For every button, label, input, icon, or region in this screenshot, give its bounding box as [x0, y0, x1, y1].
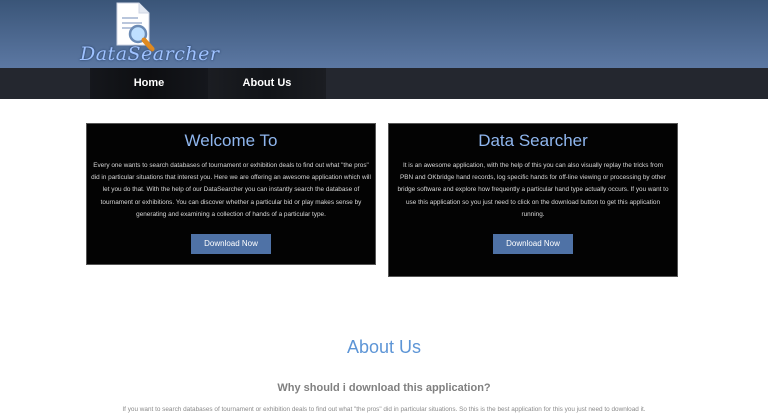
welcome-card-title: Welcome To: [184, 131, 278, 150]
about-section-subtitle: Why should i download this application?: [277, 382, 491, 394]
nav-item-home[interactable]: Home: [90, 68, 208, 99]
download-button-data-searcher[interactable]: Download Now: [493, 234, 573, 254]
data-searcher-card-text: It is an awesome application, with the h…: [397, 162, 669, 218]
nav-item-about-us[interactable]: About Us: [208, 68, 326, 99]
about-section-title: About Us: [346, 337, 422, 357]
logo-text[interactable]: DataSearcher: [80, 43, 219, 65]
data-searcher-card: Data Searcher It is an awesome applicati…: [388, 123, 678, 277]
about-section-text: If you want to search databases of tourn…: [122, 406, 646, 413]
welcome-card: Welcome To Every one wants to search dat…: [86, 123, 376, 265]
data-searcher-card-title: Data Searcher: [478, 131, 588, 150]
site-header: DataSearcher: [0, 0, 768, 68]
main-navigation: Home About Us: [0, 68, 768, 99]
download-button-welcome[interactable]: Download Now: [191, 234, 271, 254]
welcome-card-text: Every one wants to search databases of t…: [91, 162, 371, 218]
